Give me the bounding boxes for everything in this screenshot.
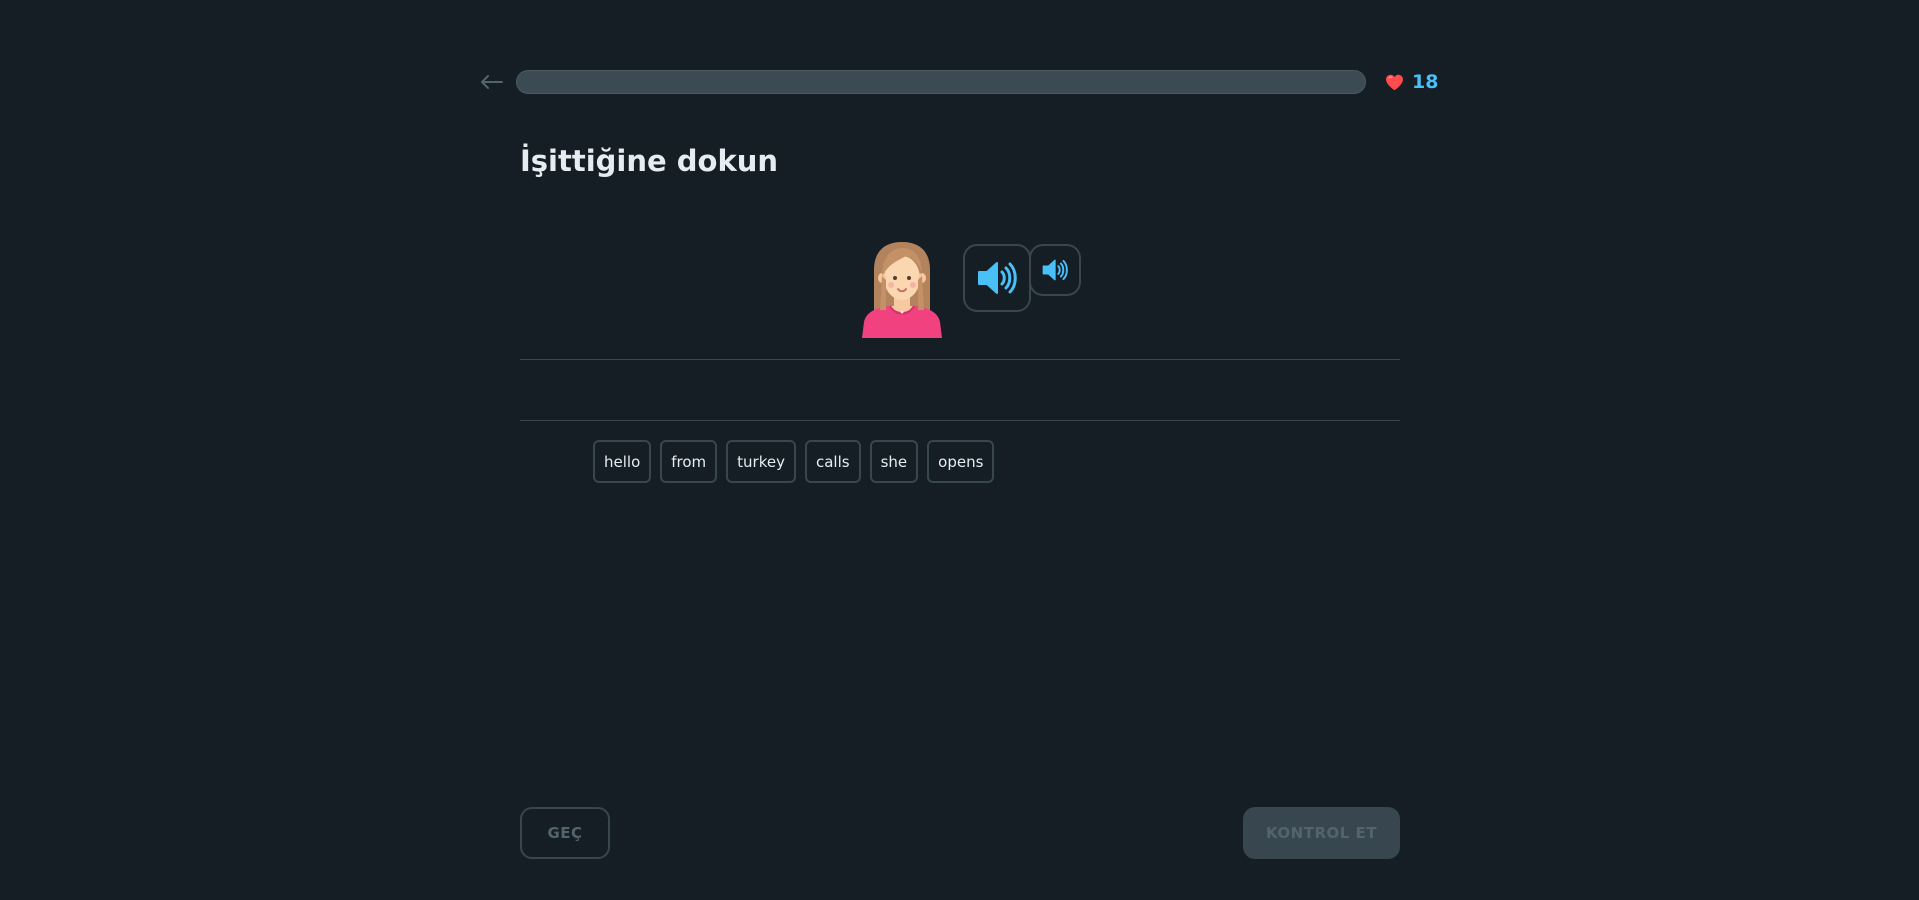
word-tile-calls[interactable]: calls <box>804 440 861 483</box>
progress-bar <box>516 70 1366 94</box>
hearts-counter[interactable]: 18 <box>1385 70 1438 94</box>
word-bank: hello from turkey calls she opens <box>593 440 995 483</box>
answer-area[interactable] <box>520 359 1400 421</box>
play-slow-audio-button[interactable] <box>1029 244 1081 296</box>
word-tile-turkey[interactable]: turkey <box>726 440 796 483</box>
word-tile-opens[interactable]: opens <box>927 440 995 483</box>
heart-icon <box>1386 74 1403 90</box>
lesson-header: 18 <box>478 67 1438 97</box>
word-tile-she[interactable]: she <box>869 440 919 483</box>
skip-button[interactable]: GEÇ <box>520 807 610 859</box>
speaker-area <box>860 240 1100 345</box>
speaker-slow-icon <box>1042 259 1068 281</box>
woman-avatar <box>862 242 942 338</box>
word-tile-from[interactable]: from <box>660 440 718 483</box>
check-button[interactable]: KONTROL ET <box>1243 807 1400 859</box>
play-audio-button[interactable] <box>963 244 1031 312</box>
word-tile-hello[interactable]: hello <box>593 440 652 483</box>
exercise-title: İşittiğine dokun <box>520 144 779 178</box>
lesson-page: 18 İşittiğine dokun hello from turkey ca… <box>0 0 1919 900</box>
arrow-left-icon <box>481 75 503 89</box>
hearts-count: 18 <box>1412 71 1439 93</box>
back-button[interactable] <box>478 67 506 97</box>
speaker-icon <box>978 262 1017 294</box>
